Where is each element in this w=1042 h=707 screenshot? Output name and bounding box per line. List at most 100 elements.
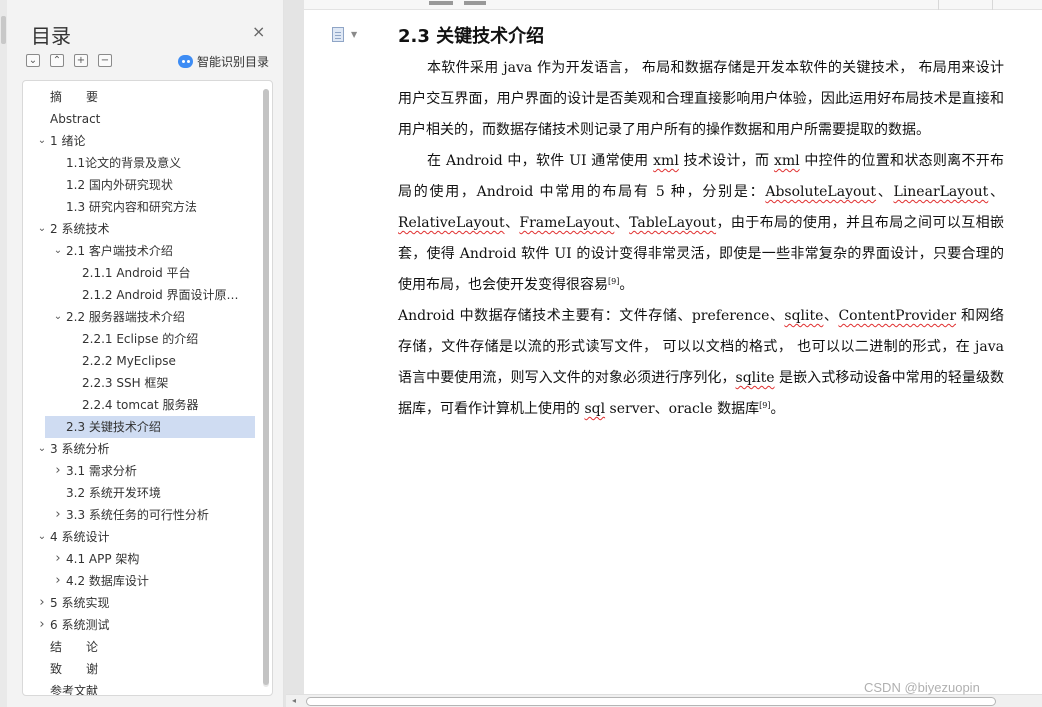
chevron-down-icon[interactable]: ⌄ xyxy=(36,438,48,460)
spellcheck-flagged-word: xml xyxy=(773,153,800,169)
scroll-left-icon[interactable]: ◂ xyxy=(288,695,300,707)
toc-item[interactable]: ⌄ 1 绪论 xyxy=(23,130,255,152)
citation-ref: [9] xyxy=(608,277,620,286)
toc-scrollbar[interactable] xyxy=(263,89,269,687)
toc-item[interactable]: 结 论 xyxy=(23,636,255,658)
close-icon[interactable]: × xyxy=(252,24,265,40)
toc-item[interactable]: › 6 系统测试 xyxy=(23,614,255,636)
text-run: 技术设计，而 xyxy=(678,153,774,169)
spellcheck-flagged-word: LinearLayout xyxy=(893,184,989,200)
toc-item[interactable]: 2.2.1 Eclipse 的介绍 xyxy=(23,328,255,350)
spellcheck-flagged-word: sql xyxy=(584,401,606,417)
toc-item[interactable]: › 4.2 数据库设计 xyxy=(23,570,255,592)
toc-item[interactable]: 2.2.2 MyEclipse xyxy=(23,350,255,372)
pane-splitter[interactable] xyxy=(284,0,304,707)
citation-ref: [9] xyxy=(759,401,771,410)
toc-list: 摘 要 Abstract ⌄ 1 绪论 1.1论文的背景及意义 1.2 国内外研究现状 1.… xyxy=(23,86,255,696)
text-run: 。 xyxy=(770,401,785,417)
section-heading: 2.3 关键技术介绍 xyxy=(398,26,545,47)
toc-item-label: 3.2 系统开发环境 xyxy=(66,486,161,500)
toc-item-label: 6 系统测试 xyxy=(50,618,110,632)
horizontal-scrollbar-thumb[interactable] xyxy=(306,697,996,706)
toc-item[interactable]: 1.3 研究内容和研究方法 xyxy=(23,196,255,218)
nav-title: 目录 xyxy=(31,24,71,48)
toc-item[interactable]: ⌄ 2.2 服务器端技术介绍 xyxy=(23,306,255,328)
chevron-down-icon[interactable]: ⌄ xyxy=(36,130,48,152)
spellcheck-flagged-word: RelativeLayout xyxy=(398,215,505,231)
chevron-right-icon[interactable]: › xyxy=(52,460,64,482)
pane-edge-scrollbar[interactable] xyxy=(0,0,7,707)
toc-item-label: 1.2 国内外研究现状 xyxy=(66,178,173,192)
chevron-right-icon[interactable]: › xyxy=(36,592,48,614)
navigation-pane: 目录 × ⌄ ⌃ + − 智能识别目录 摘 要 Abstract ⌄ 1 绪论 1.1论… xyxy=(0,0,284,707)
horizontal-scrollbar[interactable]: ◂ xyxy=(286,694,1042,707)
document-icon xyxy=(332,27,344,42)
toc-item-label: 1.3 研究内容和研究方法 xyxy=(66,200,197,214)
toc-item-label: 3 系统分析 xyxy=(50,442,110,456)
chevron-down-icon[interactable]: ⌄ xyxy=(36,218,48,240)
toc-toolbar: ⌄ ⌃ + − xyxy=(26,54,112,67)
toc-item-label: 2.2.2 MyEclipse xyxy=(82,354,176,368)
chevron-right-icon[interactable]: › xyxy=(36,614,48,636)
toc-item-label: 1 绪论 xyxy=(50,134,86,148)
text-run: 。 xyxy=(619,277,634,293)
chevron-down-icon[interactable]: ⌄ xyxy=(52,240,64,262)
toc-item[interactable]: › 4.1 APP 架构 xyxy=(23,548,255,570)
toc-item-label: 1.1论文的背景及意义 xyxy=(66,156,182,170)
toc-scrollbar-thumb[interactable] xyxy=(263,89,269,685)
toc-item-label: 2.2.3 SSH 框架 xyxy=(82,376,169,390)
toc-item[interactable]: 参考文献 xyxy=(23,680,255,696)
toc-item-label: 4.2 数据库设计 xyxy=(66,574,149,588)
collapse-all-icon[interactable]: ⌄ xyxy=(26,54,40,67)
toc-item[interactable]: › 3.3 系统任务的可行性分析 xyxy=(23,504,255,526)
toc-item-selected[interactable]: 2.3 关键技术介绍 xyxy=(45,416,255,438)
text-run: 、 xyxy=(988,184,1004,200)
toc-item[interactable]: 致 谢 xyxy=(23,658,255,680)
chevron-down-icon[interactable]: ⌄ xyxy=(52,306,64,328)
text-run: 、 xyxy=(614,215,630,231)
toc-item[interactable]: › 3.1 需求分析 xyxy=(23,460,255,482)
toc-item[interactable]: ⌄ 3 系统分析 xyxy=(23,438,255,460)
spellcheck-flagged-word: FrameLayout xyxy=(519,215,615,231)
toc-item-label: 2.1.1 Android 平台 xyxy=(82,266,191,280)
toc-item-label: 5 系统实现 xyxy=(50,596,110,610)
chevron-right-icon[interactable]: › xyxy=(52,570,64,592)
toc-item-label: 4.1 APP 架构 xyxy=(66,552,140,566)
chevron-right-icon[interactable]: › xyxy=(52,548,64,570)
toc-item[interactable]: ⌄ 2.1 客户端技术介绍 xyxy=(23,240,255,262)
text-run: 本软件采用 java 作为开发语言， 布局和数据存储是开发本软件的关键技术， 布… xyxy=(398,60,1004,138)
toc-item-label: 2.1.2 Android 界面设计原… xyxy=(82,288,239,302)
body-paragraph: 本软件采用 java 作为开发语言， 布局和数据存储是开发本软件的关键技术， 布… xyxy=(398,53,1004,146)
toc-item[interactable]: 2.1.1 Android 平台 xyxy=(23,262,255,284)
toc-item-label: 结 论 xyxy=(50,640,99,654)
document-body[interactable]: 2.3 关键技术介绍 本软件采用 java 作为开发语言， 布局和数据存储是开发… xyxy=(398,24,1004,425)
toc-item-label: 参考文献 xyxy=(50,684,99,696)
toc-item[interactable]: Abstract xyxy=(23,108,255,130)
toc-item-label: 3.3 系统任务的可行性分析 xyxy=(66,508,209,522)
toc-item[interactable]: 1.1论文的背景及意义 xyxy=(23,152,255,174)
paragraph-layout-icon[interactable]: ▼ xyxy=(332,27,362,43)
spellcheck-flagged-word: xml xyxy=(653,153,679,169)
text-run: server、oracle 数据库 xyxy=(605,401,760,417)
text-run: 在 Android 中，软件 UI 通常使用 xyxy=(427,153,654,169)
chevron-down-icon[interactable]: ⌄ xyxy=(36,526,48,548)
toc-item[interactable]: ⌄ 4 系统设计 xyxy=(23,526,255,548)
spellcheck-flagged-word: TableLayout xyxy=(629,215,717,231)
pane-edge-scrollbar-thumb[interactable] xyxy=(1,16,6,44)
smart-toc-button[interactable]: 智能识别目录 xyxy=(178,53,269,70)
toc-item[interactable]: 2.2.4 tomcat 服务器 xyxy=(23,394,255,416)
toc-item[interactable]: 1.2 国内外研究现状 xyxy=(23,174,255,196)
spellcheck-flagged-word: sqlite xyxy=(784,308,824,324)
toc-item[interactable]: 3.2 系统开发环境 xyxy=(23,482,255,504)
toc-item[interactable]: 2.1.2 Android 界面设计原… xyxy=(23,284,255,306)
toc-item[interactable]: 摘 要 xyxy=(23,86,255,108)
toc-item[interactable]: › 5 系统实现 xyxy=(23,592,255,614)
chevron-right-icon[interactable]: › xyxy=(52,504,64,526)
remove-level-icon[interactable]: − xyxy=(98,54,112,67)
toc-item[interactable]: ⌄ 2 系统技术 xyxy=(23,218,255,240)
toc-item[interactable]: 2.2.3 SSH 框架 xyxy=(23,372,255,394)
add-level-icon[interactable]: + xyxy=(74,54,88,67)
expand-all-icon[interactable]: ⌃ xyxy=(50,54,64,67)
toc-item-label: 2.3 关键技术介绍 xyxy=(66,420,161,434)
chevron-down-icon: ▼ xyxy=(351,30,358,39)
